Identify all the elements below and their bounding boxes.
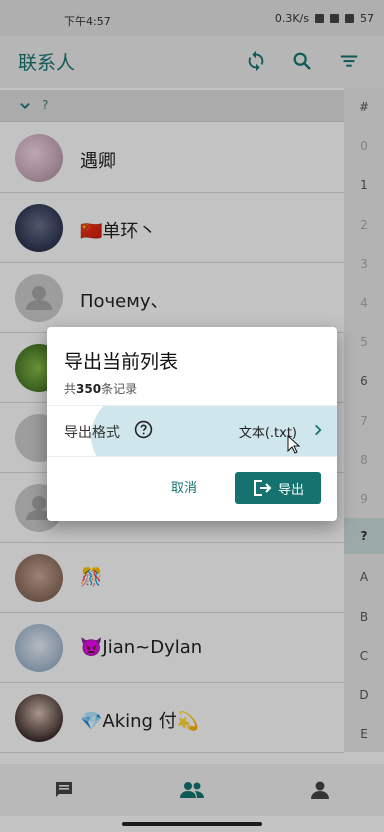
format-label: 导出格式 bbox=[64, 425, 120, 441]
cancel-button[interactable]: 取消 bbox=[159, 474, 209, 504]
count-suffix: 条记录 bbox=[101, 382, 138, 396]
record-count: 共350条记录 bbox=[64, 380, 137, 397]
export-label: 导出 bbox=[277, 482, 304, 498]
export-button[interactable]: 导出 bbox=[235, 472, 321, 504]
dialog-title: 导出当前列表 bbox=[64, 351, 179, 373]
export-icon bbox=[253, 480, 272, 496]
count-value: 350 bbox=[76, 382, 102, 396]
mouse-cursor-icon bbox=[287, 435, 301, 454]
chevron-right-icon bbox=[315, 424, 322, 436]
count-prefix: 共 bbox=[64, 382, 77, 396]
help-icon[interactable] bbox=[134, 420, 153, 439]
export-dialog: 导出当前列表 共350条记录 导出格式 文本(.txt) 取消 导出 bbox=[47, 327, 337, 521]
